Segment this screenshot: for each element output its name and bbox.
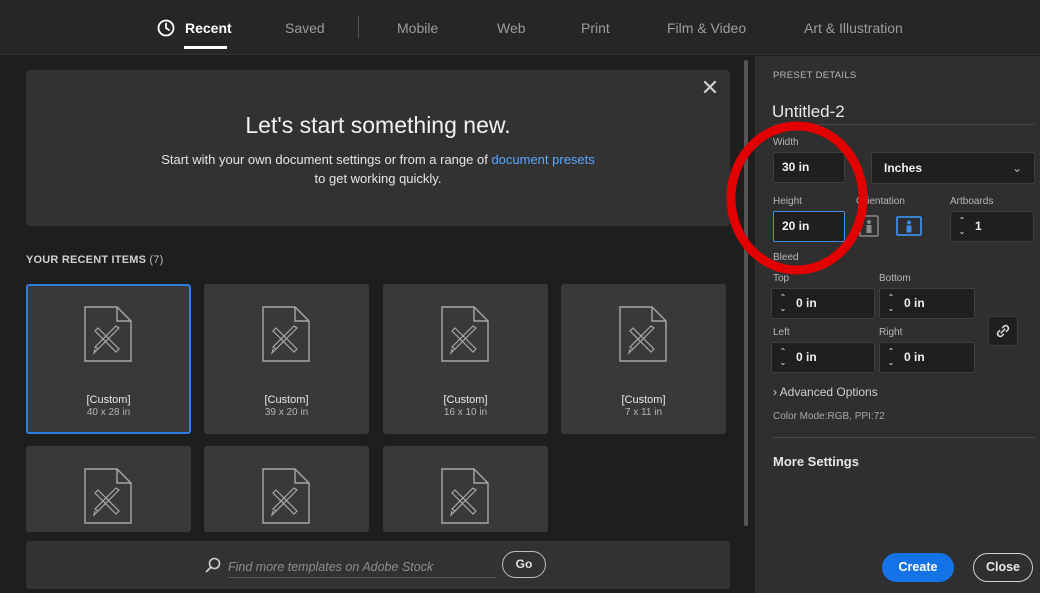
tab-film-video[interactable]: Film & Video bbox=[667, 20, 746, 36]
bleed-top-value: 0 in bbox=[796, 296, 817, 310]
document-pencil-ruler-icon bbox=[262, 468, 310, 524]
stepper-arrows-icon[interactable]: ⌃ ⌄ bbox=[778, 292, 788, 316]
bleed-top-stepper[interactable]: ⌃ ⌄ 0 in bbox=[771, 288, 875, 319]
document-pencil-ruler-icon bbox=[84, 468, 132, 524]
panel-divider bbox=[773, 437, 1035, 438]
recent-item-name: [Custom] bbox=[264, 394, 309, 406]
tab-recent[interactable]: Recent bbox=[185, 20, 232, 36]
height-input[interactable]: 20 in bbox=[773, 211, 845, 242]
recent-item-card[interactable]: [Custom] 39 x 20 in bbox=[204, 284, 369, 434]
recent-item-size: 40 x 28 in bbox=[86, 407, 131, 418]
welcome-subtitle: Start with your own document settings or… bbox=[26, 150, 730, 188]
tab-web[interactable]: Web bbox=[497, 20, 526, 36]
width-label: Width bbox=[773, 137, 799, 148]
go-button[interactable]: Go bbox=[502, 551, 546, 578]
artboards-label: Artboards bbox=[950, 196, 994, 207]
recent-item-card[interactable] bbox=[26, 446, 191, 532]
chevron-down-icon: ⌄ bbox=[1011, 161, 1022, 175]
stepper-arrows-icon[interactable]: ⌃ ⌄ bbox=[778, 346, 788, 370]
welcome-sub-prefix: Start with your own document settings or… bbox=[161, 152, 492, 167]
bleed-left-value: 0 in bbox=[796, 350, 817, 364]
document-name-field[interactable]: Untitled-2 bbox=[772, 102, 845, 122]
link-icon[interactable] bbox=[988, 316, 1018, 346]
recent-item-card[interactable]: [Custom] 16 x 10 in bbox=[383, 284, 548, 434]
artboards-stepper[interactable]: ⌃ ⌄ 1 bbox=[950, 211, 1034, 242]
bleed-right-stepper[interactable]: ⌃ ⌄ 0 in bbox=[879, 342, 975, 373]
tab-divider bbox=[358, 16, 359, 38]
units-dropdown[interactable]: Inches ⌄ bbox=[871, 152, 1035, 184]
welcome-banner: Let's start something new. Start with yo… bbox=[26, 70, 730, 226]
clock-icon bbox=[157, 19, 175, 37]
recent-item-name: [Custom] bbox=[621, 394, 666, 406]
document-pencil-ruler-icon bbox=[441, 306, 489, 362]
stepper-arrows-icon[interactable]: ⌃ ⌄ bbox=[957, 215, 967, 239]
bleed-bottom-value: 0 in bbox=[904, 296, 925, 310]
bleed-right-label: Right bbox=[879, 327, 903, 338]
new-document-dialog: Recent Saved Mobile Web Print Film & Vid… bbox=[0, 0, 1040, 593]
height-label: Height bbox=[773, 196, 802, 207]
recent-item-card[interactable]: [Custom] 40 x 28 in bbox=[26, 284, 191, 434]
bleed-bottom-stepper[interactable]: ⌃ ⌄ 0 in bbox=[879, 288, 975, 319]
screenshot-frame: Recent Saved Mobile Web Print Film & Vid… bbox=[0, 0, 1045, 597]
bleed-top-label: Top bbox=[773, 273, 790, 284]
bleed-left-stepper[interactable]: ⌃ ⌄ 0 in bbox=[771, 342, 875, 373]
document-name-underline bbox=[773, 124, 1035, 125]
create-button[interactable]: Create bbox=[882, 553, 954, 582]
units-value: Inches bbox=[884, 161, 923, 175]
document-pencil-ruler-icon bbox=[262, 306, 310, 362]
document-pencil-ruler-icon bbox=[619, 306, 667, 362]
document-pencil-ruler-icon bbox=[441, 468, 489, 524]
bleed-label: Bleed bbox=[773, 252, 799, 263]
stepper-arrows-icon[interactable]: ⌃ ⌄ bbox=[886, 292, 896, 316]
recent-items-scrollbar[interactable] bbox=[744, 60, 748, 526]
bleed-left-label: Left bbox=[773, 327, 790, 338]
portrait-orientation-icon[interactable] bbox=[858, 215, 880, 237]
stock-search-input[interactable] bbox=[228, 556, 496, 578]
artboards-value: 1 bbox=[975, 219, 982, 233]
recent-item-name: [Custom] bbox=[86, 394, 131, 406]
bleed-bottom-label: Bottom bbox=[879, 273, 911, 284]
more-settings-button[interactable]: More Settings bbox=[773, 454, 859, 469]
landscape-orientation-icon[interactable] bbox=[896, 215, 922, 237]
document-presets-link[interactable]: document presets bbox=[491, 152, 594, 167]
chevron-right-icon: › bbox=[773, 385, 777, 399]
recent-item-card[interactable]: [Custom] 7 x 11 in bbox=[561, 284, 726, 434]
welcome-title: Let's start something new. bbox=[245, 112, 511, 138]
recent-item-size: 7 x 11 in bbox=[624, 407, 663, 418]
close-banner-icon[interactable]: ✕ bbox=[700, 77, 720, 99]
bleed-right-value: 0 in bbox=[904, 350, 925, 364]
stepper-arrows-icon[interactable]: ⌃ ⌄ bbox=[886, 346, 896, 370]
close-button[interactable]: Close bbox=[973, 553, 1033, 582]
recent-item-size: 39 x 20 in bbox=[264, 407, 309, 418]
recent-items-count: (7) bbox=[149, 254, 164, 266]
tab-saved[interactable]: Saved bbox=[285, 20, 325, 36]
document-pencil-ruler-icon bbox=[84, 306, 132, 362]
recent-item-name: [Custom] bbox=[443, 394, 488, 406]
search-icon bbox=[205, 557, 221, 573]
recent-item-size: 16 x 10 in bbox=[443, 407, 488, 418]
active-tab-indicator bbox=[184, 46, 227, 49]
recent-items-label: YOUR RECENT ITEMS bbox=[26, 254, 147, 266]
preset-category-tabs: Recent Saved Mobile Web Print Film & Vid… bbox=[0, 0, 1040, 55]
recent-item-card[interactable] bbox=[204, 446, 369, 532]
recent-items-heading: YOUR RECENT ITEMS (7) bbox=[26, 254, 163, 266]
preset-details-heading: PRESET DETAILS bbox=[773, 70, 857, 81]
orientation-label: Orientation bbox=[856, 196, 905, 207]
tab-art-illustration[interactable]: Art & Illustration bbox=[804, 20, 903, 36]
tab-mobile[interactable]: Mobile bbox=[397, 20, 438, 36]
recent-item-card[interactable] bbox=[383, 446, 548, 532]
width-input[interactable]: 30 in bbox=[773, 152, 845, 183]
tab-print[interactable]: Print bbox=[581, 20, 610, 36]
welcome-sub-suffix: to get working quickly. bbox=[314, 171, 442, 186]
advanced-options-toggle[interactable]: › Advanced Options bbox=[773, 385, 878, 399]
advanced-options-label: Advanced Options bbox=[779, 385, 878, 399]
color-mode-summary: Color Mode:RGB, PPI:72 bbox=[773, 411, 885, 422]
